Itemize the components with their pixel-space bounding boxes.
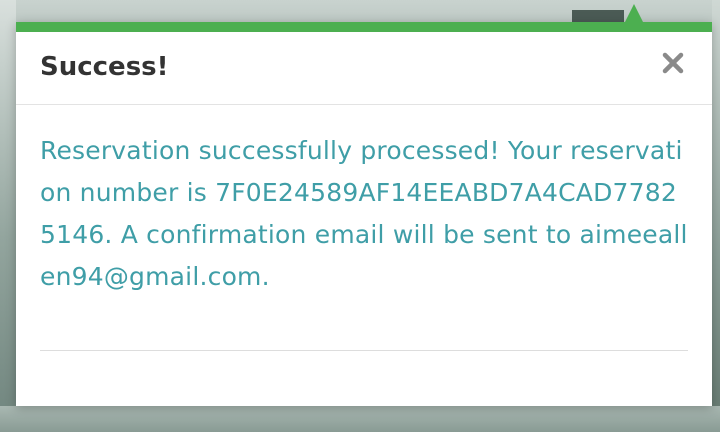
close-icon[interactable] xyxy=(661,51,685,78)
background-bottom-edge xyxy=(0,406,720,432)
modal-title: Success! xyxy=(40,52,169,82)
background-left-edge xyxy=(0,0,16,432)
modal-header: Success! xyxy=(16,32,712,105)
confirmation-message: Reservation successfully processed! Your… xyxy=(40,136,688,291)
close-button[interactable] xyxy=(658,46,688,82)
success-modal: Success! Reservation successfully proces… xyxy=(16,4,712,406)
background-right-edge xyxy=(712,0,720,432)
modal-body: Reservation successfully processed! Your… xyxy=(40,130,688,351)
modal-accent-bar xyxy=(16,22,712,32)
modal-pointer-arrow xyxy=(625,4,643,22)
